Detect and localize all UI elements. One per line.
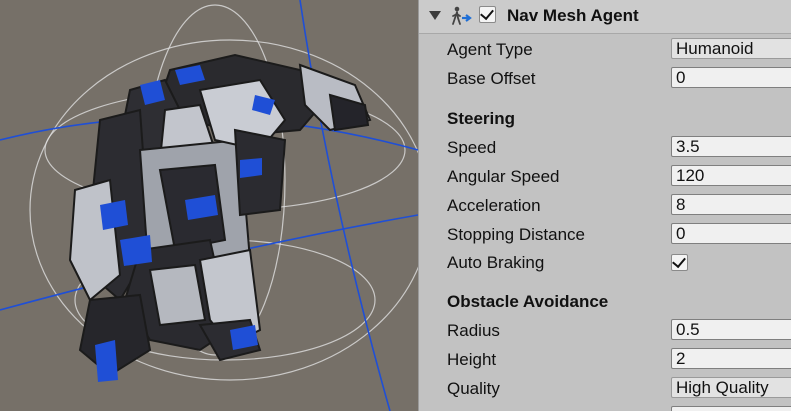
component-title: Nav Mesh Agent — [507, 6, 639, 25]
speed-label: Speed — [447, 138, 497, 157]
foldout-arrow-icon[interactable] — [429, 11, 441, 20]
agent-type-dropdown[interactable]: Humanoid — [671, 38, 791, 59]
stopping-distance-field[interactable]: 0 — [671, 223, 791, 244]
agent-type-label: Agent Type — [447, 40, 533, 59]
inspector-panel: Nav Mesh Agent Agent Type Humanoid Base … — [418, 0, 791, 411]
speed-field[interactable]: 3.5 — [671, 136, 791, 157]
radius-field[interactable]: 0.5 — [671, 319, 791, 340]
auto-braking-label: Auto Braking — [447, 253, 545, 272]
angular-speed-field[interactable]: 120 — [671, 165, 791, 186]
scene-viewport[interactable] — [0, 0, 418, 411]
checkmark-icon — [480, 5, 494, 21]
stopping-distance-label: Stopping Distance — [447, 225, 585, 244]
checkmark-icon — [672, 253, 686, 269]
steering-heading: Steering — [447, 109, 516, 128]
component-header[interactable]: Nav Mesh Agent — [419, 0, 791, 34]
component-enabled-toggle[interactable] — [479, 5, 496, 23]
quality-dropdown[interactable]: High Quality — [671, 377, 791, 398]
quality-label: Quality — [447, 379, 500, 398]
base-offset-field[interactable]: 0 — [671, 67, 791, 88]
angular-speed-label: Angular Speed — [447, 167, 560, 186]
nav-mesh-agent-icon — [452, 6, 472, 25]
partial-field[interactable] — [671, 406, 791, 411]
robot-model-preview — [0, 0, 418, 411]
acceleration-field[interactable]: 8 — [671, 194, 791, 215]
base-offset-label: Base Offset — [447, 69, 536, 88]
radius-label: Radius — [447, 321, 500, 340]
height-field[interactable]: 2 — [671, 348, 791, 369]
auto-braking-checkbox[interactable] — [671, 253, 688, 271]
acceleration-label: Acceleration — [447, 196, 541, 215]
obstacle-avoidance-heading: Obstacle Avoidance — [447, 292, 609, 311]
height-label: Height — [447, 350, 497, 369]
